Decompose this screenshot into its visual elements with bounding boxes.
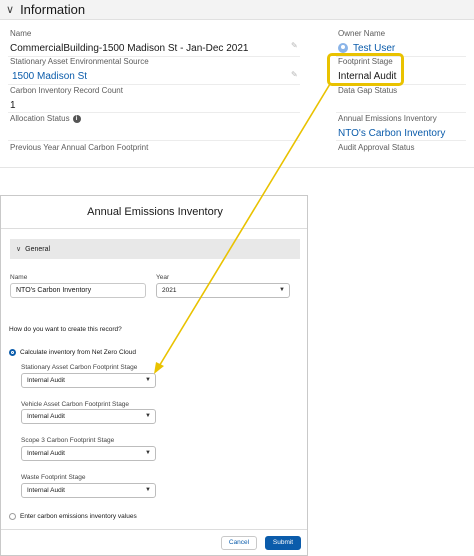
stage-label: Stationary Asset Carbon Footprint Stage xyxy=(21,364,138,371)
field-annual-emissions-inventory: Annual Emissions Inventory NTO's Carbon … xyxy=(338,114,446,140)
highlight-callout-box xyxy=(327,53,404,86)
chevron-down-icon: ▼ xyxy=(145,377,151,383)
calculate-inventory-radio[interactable] xyxy=(9,349,16,356)
year-select[interactable]: 2021 ▼ xyxy=(156,283,290,298)
enter-values-label: Enter carbon emissions inventory values xyxy=(20,513,137,520)
chevron-down-icon: ∨ xyxy=(6,4,15,16)
stage-label: Scope 3 Carbon Footprint Stage xyxy=(21,437,115,444)
annual-emissions-inventory-link[interactable]: NTO's Carbon Inventory xyxy=(338,127,445,140)
chevron-down-icon: ▼ xyxy=(145,450,151,456)
submit-button[interactable]: Submit xyxy=(265,536,301,550)
name-label: Name xyxy=(10,274,28,281)
field-environmental-source: Stationary Asset Environmental Source 15… xyxy=(10,57,149,83)
scope3-stage-select[interactable]: Internal Audit ▼ xyxy=(21,446,156,461)
modal-title: Annual Emissions Inventory xyxy=(87,206,223,218)
calculate-inventory-label: Calculate inventory from Net Zero Cloud xyxy=(20,349,136,356)
waste-stage-select[interactable]: Internal Audit ▼ xyxy=(21,483,156,498)
section-title: Information xyxy=(20,2,86,17)
chevron-down-icon: ▼ xyxy=(279,287,285,293)
vehicle-stage-select[interactable]: Internal Audit ▼ xyxy=(21,409,156,424)
pencil-icon[interactable]: ✎ xyxy=(291,70,298,79)
field-owner-name: Owner Name Test User xyxy=(338,29,396,54)
stage-label: Waste Footprint Stage xyxy=(21,474,86,481)
general-section-header[interactable]: ∨ General xyxy=(10,239,300,259)
field-previous-year-footprint: Previous Year Annual Carbon Footprint xyxy=(10,143,149,152)
chevron-down-icon: ▼ xyxy=(145,487,151,493)
chevron-down-icon: ▼ xyxy=(145,413,151,419)
creation-question: How do you want to create this record? xyxy=(9,326,122,333)
environmental-source-link[interactable]: 1500 Madison St xyxy=(12,70,149,83)
pencil-icon[interactable]: ✎ xyxy=(291,41,298,50)
field-record-count: Carbon Inventory Record Count 1 xyxy=(10,86,123,111)
year-label: Year xyxy=(156,274,170,281)
field-data-gap-status: Data Gap Status xyxy=(338,86,398,95)
information-section-header[interactable]: ∨ Information xyxy=(0,0,474,20)
field-audit-approval-status: Audit Approval Status xyxy=(338,143,415,152)
enter-values-radio[interactable] xyxy=(9,513,16,520)
field-allocation-status: Allocation Status i xyxy=(10,114,81,124)
chevron-down-icon: ∨ xyxy=(16,246,22,253)
field-name: Name CommercialBuilding-1500 Madison St … xyxy=(10,29,249,54)
name-input[interactable]: NTO's Carbon Inventory xyxy=(10,283,146,298)
stationary-stage-select[interactable]: Internal Audit ▼ xyxy=(21,373,156,388)
record-detail-panel: ∨ Information Name CommercialBuilding-15… xyxy=(0,0,474,168)
field-name-value: CommercialBuilding-1500 Madison St - Jan… xyxy=(10,43,249,54)
user-avatar-icon xyxy=(338,43,348,54)
annual-emissions-inventory-modal: Annual Emissions Inventory ∨ General Nam… xyxy=(0,195,308,556)
stage-label: Vehicle Asset Carbon Footprint Stage xyxy=(21,401,130,408)
cancel-button[interactable]: Cancel xyxy=(221,536,257,550)
info-icon[interactable]: i xyxy=(72,114,81,123)
